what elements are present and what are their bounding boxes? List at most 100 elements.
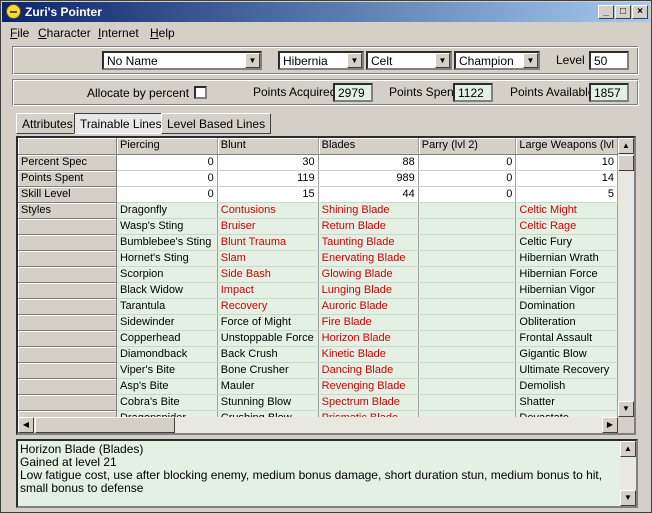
stat-cell[interactable]: 0 — [116, 186, 218, 203]
chevron-down-icon[interactable]: ▼ — [245, 53, 260, 68]
style-cell[interactable]: Kinetic Blade — [318, 346, 419, 363]
style-cell[interactable]: Dragonfly — [116, 202, 218, 219]
style-cell[interactable]: Recovery — [217, 298, 319, 315]
horizontal-scroll-thumb[interactable] — [35, 417, 175, 433]
allocate-checkbox[interactable] — [194, 86, 207, 99]
style-cell[interactable]: Side Bash — [217, 266, 319, 283]
style-cell[interactable]: Obliteration — [515, 314, 618, 331]
style-cell[interactable]: Horizon Blade — [318, 330, 419, 347]
style-cell[interactable] — [418, 346, 517, 363]
stat-cell[interactable]: 0 — [418, 154, 517, 171]
menu-character[interactable]: Character — [38, 26, 91, 40]
stat-cell[interactable]: 0 — [418, 186, 517, 203]
style-cell[interactable]: Copperhead — [116, 330, 218, 347]
style-cell[interactable]: Crushing Blow — [217, 410, 319, 417]
minimize-button[interactable]: _ — [598, 5, 614, 19]
style-cell[interactable]: Celtic Fury — [515, 234, 618, 251]
style-cell[interactable] — [418, 266, 517, 283]
style-cell[interactable]: Unstoppable Force — [217, 330, 319, 347]
style-cell[interactable]: Bumblebee's Sting — [116, 234, 218, 251]
grid-viewport[interactable]: Piercing Blunt Blades Parry (lvl 2) Large We… — [18, 138, 618, 417]
scroll-left-icon[interactable]: ◀ — [18, 417, 34, 433]
style-cell[interactable]: Revenging Blade — [318, 378, 419, 395]
stat-cell[interactable]: 88 — [318, 154, 419, 171]
style-cell[interactable] — [418, 394, 517, 411]
style-cell[interactable]: Back Crush — [217, 346, 319, 363]
style-cell[interactable]: Shining Blade — [318, 202, 419, 219]
style-cell[interactable]: Bone Crusher — [217, 362, 319, 379]
style-cell[interactable]: Celtic Might — [515, 202, 618, 219]
column-header[interactable]: Piercing — [116, 138, 218, 155]
maximize-button[interactable]: □ — [615, 5, 631, 19]
style-cell[interactable]: Frontal Assault — [515, 330, 618, 347]
stat-cell[interactable]: 14 — [515, 170, 618, 187]
style-cell[interactable]: Stunning Blow — [217, 394, 319, 411]
grid-horizontal-scrollbar[interactable]: ◀ ▶ — [18, 417, 618, 433]
level-input[interactable]: 50 — [589, 51, 629, 70]
style-cell[interactable]: Fire Blade — [318, 314, 419, 331]
scroll-up-icon[interactable]: ▲ — [620, 441, 636, 457]
style-cell[interactable]: Spectrum Blade — [318, 394, 419, 411]
stat-cell[interactable]: 44 — [318, 186, 419, 203]
style-cell[interactable]: Lunging Blade — [318, 282, 419, 299]
column-header[interactable]: Blades — [318, 138, 419, 155]
style-cell[interactable]: Wasp's Sting — [116, 218, 218, 235]
chevron-down-icon[interactable]: ▼ — [347, 53, 362, 68]
chevron-down-icon[interactable]: ▼ — [523, 53, 538, 68]
tab-level-based-lines[interactable]: Level Based Lines — [161, 113, 272, 134]
column-header[interactable]: Parry (lvl 2) — [418, 138, 517, 155]
stat-cell[interactable]: 15 — [217, 186, 319, 203]
stat-cell[interactable]: 989 — [318, 170, 419, 187]
style-cell[interactable]: Asp's Bite — [116, 378, 218, 395]
style-cell[interactable]: Prismatic Blade — [318, 410, 419, 417]
style-cell[interactable]: Shatter — [515, 394, 618, 411]
style-cell[interactable]: Domination — [515, 298, 618, 315]
stat-cell[interactable]: 5 — [515, 186, 618, 203]
stat-cell[interactable]: 0 — [116, 154, 218, 171]
style-cell[interactable]: Force of Might — [217, 314, 319, 331]
style-cell[interactable] — [418, 234, 517, 251]
column-header[interactable]: Blunt — [217, 138, 319, 155]
style-cell[interactable]: Demolish — [515, 378, 618, 395]
stat-cell[interactable]: 10 — [515, 154, 618, 171]
stat-cell[interactable]: 0 — [418, 170, 517, 187]
style-cell[interactable]: Hibernian Wrath — [515, 250, 618, 267]
style-cell[interactable]: Hibernian Vigor — [515, 282, 618, 299]
style-cell[interactable]: Gigantic Blow — [515, 346, 618, 363]
menu-file[interactable]: File — [10, 26, 29, 40]
style-cell[interactable] — [418, 202, 517, 219]
tab-trainable-lines[interactable]: Trainable Lines — [74, 113, 168, 134]
style-cell[interactable]: Glowing Blade — [318, 266, 419, 283]
style-cell[interactable]: Dragonspider — [116, 410, 218, 417]
style-cell[interactable]: Dancing Blade — [318, 362, 419, 379]
style-cell[interactable]: Scorpion — [116, 266, 218, 283]
scroll-down-icon[interactable]: ▼ — [618, 401, 634, 417]
column-header[interactable]: Large Weapons (lvl — [515, 138, 618, 155]
style-cell[interactable]: Mauler — [217, 378, 319, 395]
style-cell[interactable]: Taunting Blade — [318, 234, 419, 251]
class-combo[interactable]: Champion ▼ — [454, 51, 540, 70]
style-cell[interactable]: Tarantula — [116, 298, 218, 315]
style-cell[interactable]: Ultimate Recovery — [515, 362, 618, 379]
style-cell[interactable]: Impact — [217, 282, 319, 299]
scroll-up-icon[interactable]: ▲ — [618, 138, 634, 154]
style-cell[interactable]: Return Blade — [318, 218, 419, 235]
close-button[interactable]: × — [632, 5, 648, 19]
stat-cell[interactable]: 0 — [116, 170, 218, 187]
style-cell[interactable] — [418, 314, 517, 331]
stat-cell[interactable]: 119 — [217, 170, 319, 187]
style-cell[interactable] — [418, 362, 517, 379]
style-cell[interactable]: Devastate — [515, 410, 618, 417]
chevron-down-icon[interactable]: ▼ — [435, 53, 450, 68]
style-cell[interactable] — [418, 250, 517, 267]
style-cell[interactable]: Hornet's Sting — [116, 250, 218, 267]
description-scrollbar[interactable]: ▲ ▼ — [620, 441, 636, 506]
menu-internet[interactable]: Internet — [98, 26, 139, 40]
scroll-down-icon[interactable]: ▼ — [620, 490, 636, 506]
style-cell[interactable] — [418, 378, 517, 395]
realm-combo[interactable]: Hibernia ▼ — [278, 51, 364, 70]
tab-attributes[interactable]: Attributes — [16, 113, 79, 134]
name-combo[interactable]: No Name ▼ — [102, 51, 262, 70]
style-cell[interactable]: Auroric Blade — [318, 298, 419, 315]
style-cell[interactable]: Enervating Blade — [318, 250, 419, 267]
